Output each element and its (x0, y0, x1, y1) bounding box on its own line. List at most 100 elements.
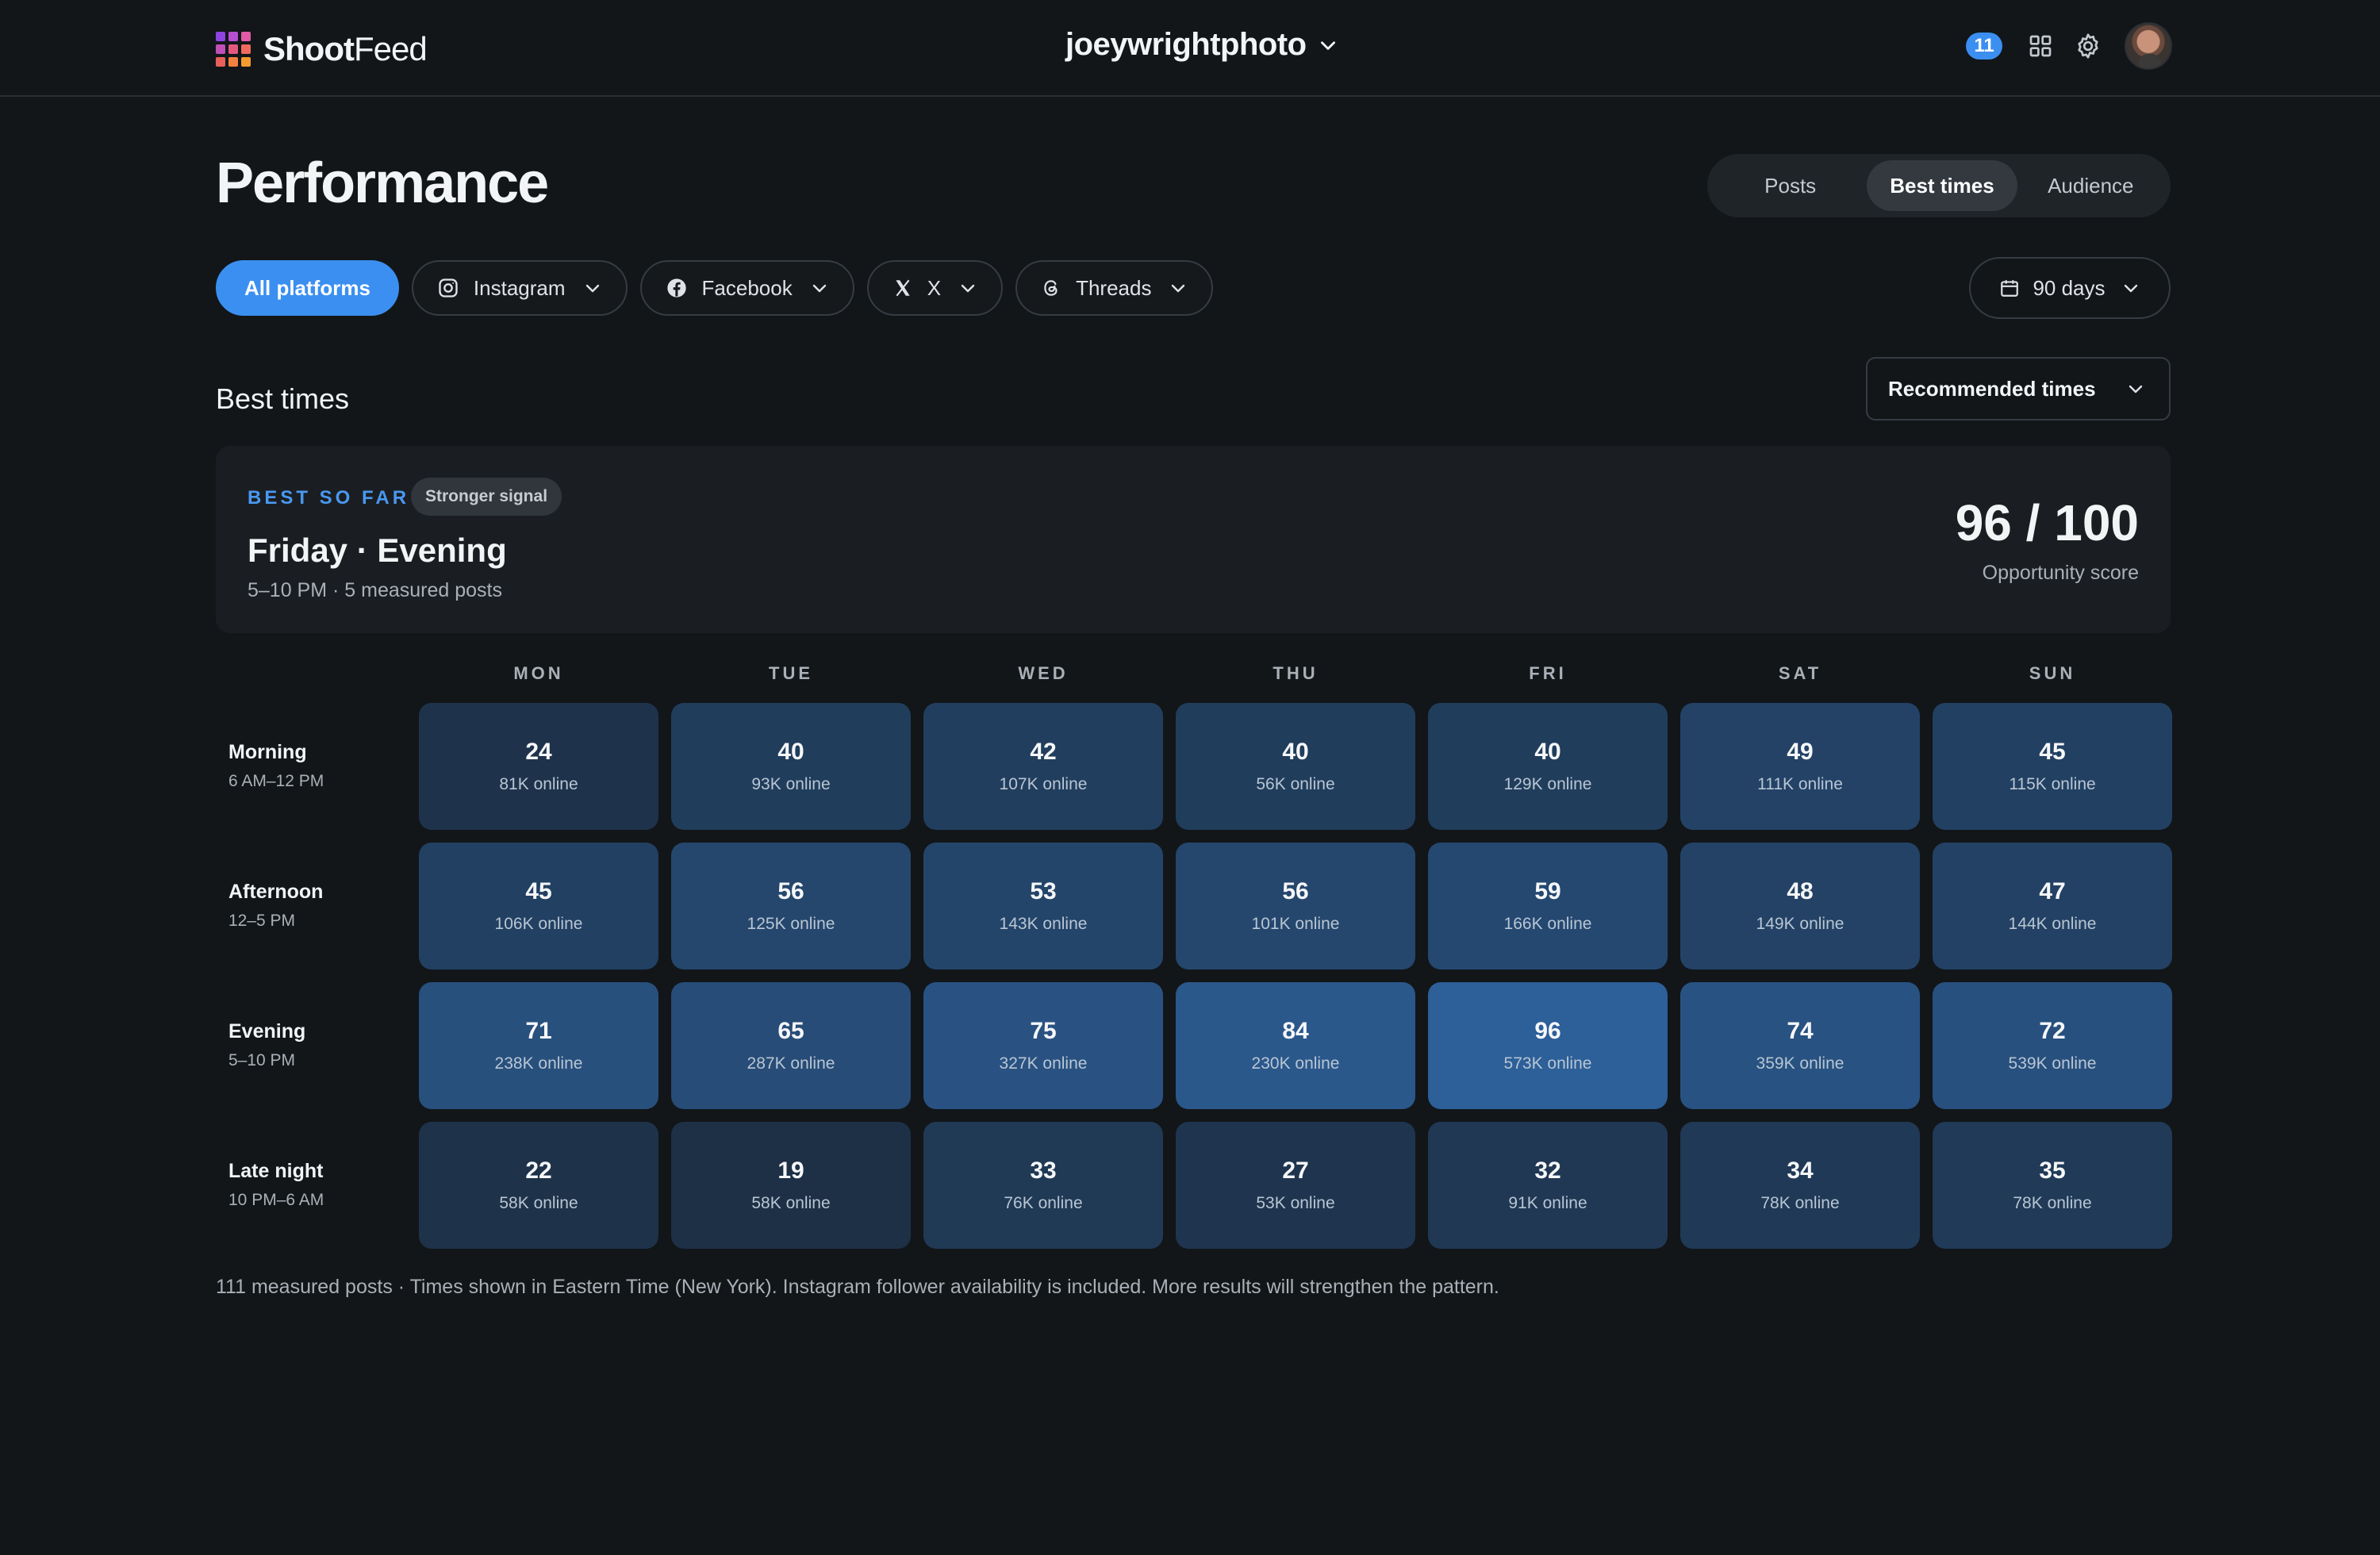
account-name: joeywrightphoto (1065, 27, 1307, 62)
facebook-filter-chip[interactable]: Facebook (639, 260, 854, 316)
heatmap-cell[interactable]: 40 93K online (671, 703, 911, 830)
heatmap-cell[interactable]: 47 144K online (1933, 843, 2172, 969)
notification-badge[interactable]: 11 (1966, 33, 2002, 60)
cell-score: 40 (1534, 739, 1561, 765)
row-time-range: 5–10 PM (228, 1051, 296, 1069)
page-title: Performance (216, 152, 549, 215)
row-time-range: 12–5 PM (228, 912, 296, 930)
cell-score: 47 (2039, 878, 2066, 904)
row-time-range: 10 PM–6 AM (228, 1191, 324, 1209)
row-name: Late night (228, 1160, 324, 1182)
tab-posts[interactable]: Posts (1714, 160, 1867, 211)
all-platforms-chip[interactable]: All platforms (216, 260, 399, 316)
best-slot-detail: 5–10 PM · 5 measured posts (248, 579, 502, 601)
cell-score: 48 (1787, 878, 1814, 904)
heatmap-cell[interactable]: 96 573K online (1428, 982, 1668, 1109)
section-title: Best times (216, 382, 350, 415)
heatmap-cell[interactable]: 34 78K online (1680, 1122, 1920, 1249)
cell-online-count: 238K online (494, 1054, 583, 1073)
threads-filter-chip[interactable]: Threads (1015, 260, 1214, 316)
chevron-down-icon (958, 278, 977, 298)
cell-online-count: 101K online (1251, 915, 1340, 933)
heatmap-cell[interactable]: 72 539K online (1933, 982, 2172, 1109)
heatmap-cell[interactable]: 56 125K online (671, 843, 911, 969)
calendar-icon (1999, 278, 2020, 298)
row-label: Afternoon 12–5 PM (228, 881, 323, 931)
heatmap-cell[interactable]: 53 143K online (923, 843, 1163, 969)
cell-online-count: 359K online (1756, 1054, 1844, 1073)
cell-score: 24 (525, 739, 552, 765)
tab-best-times[interactable]: Best times (1867, 160, 2017, 211)
heatmap-cell[interactable]: 42 107K online (923, 703, 1163, 830)
heatmap-cell[interactable]: 75 327K online (923, 982, 1163, 1109)
heatmap-cell[interactable]: 45 106K online (419, 843, 658, 969)
brand-logo[interactable]: ShootFeed (216, 30, 428, 68)
day-header-mon: MON (513, 663, 564, 683)
cell-score: 45 (525, 878, 552, 904)
cell-online-count: 106K online (494, 915, 583, 933)
chevron-down-icon (1320, 40, 1335, 50)
cell-score: 84 (1282, 1018, 1309, 1044)
tab-audience[interactable]: Audience (2017, 160, 2164, 211)
heatmap-cell[interactable]: 65 287K online (671, 982, 911, 1109)
cell-online-count: 143K online (999, 915, 1088, 933)
heatmap-cell[interactable]: 24 81K online (419, 703, 658, 830)
user-avatar[interactable] (2125, 22, 2172, 70)
signal-badge: Stronger signal (411, 478, 562, 516)
platform-filters: All platforms Instagram Facebook X Threa… (216, 260, 1226, 316)
cell-online-count: 230K online (1251, 1054, 1340, 1073)
cell-score: 56 (1282, 878, 1309, 904)
heatmap-cell[interactable]: 74 359K online (1680, 982, 1920, 1109)
cell-online-count: 58K online (499, 1194, 578, 1212)
day-header-sat: SAT (1778, 663, 1822, 683)
cell-score: 40 (1282, 739, 1309, 765)
cell-score: 42 (1030, 739, 1057, 765)
brand-name: ShootFeed (263, 30, 428, 67)
cell-score: 45 (2039, 739, 2066, 765)
cell-score: 35 (2039, 1158, 2066, 1184)
heatmap-cell[interactable]: 48 149K online (1680, 843, 1920, 969)
heatmap-cell[interactable]: 40 56K online (1176, 703, 1415, 830)
cell-score: 96 (1534, 1018, 1561, 1044)
heatmap-cell[interactable]: 40 129K online (1428, 703, 1668, 830)
heatmap-cell[interactable]: 84 230K online (1176, 982, 1415, 1109)
cell-online-count: 129K online (1503, 775, 1592, 793)
chevron-down-icon (1169, 278, 1188, 298)
cell-online-count: 573K online (1503, 1054, 1592, 1073)
cell-score: 56 (777, 878, 804, 904)
row-name: Evening (228, 1020, 306, 1042)
row-label: Late night 10 PM–6 AM (228, 1160, 324, 1210)
cell-online-count: 91K online (1508, 1194, 1587, 1212)
heatmap-cell[interactable]: 22 58K online (419, 1122, 658, 1249)
heatmap-cell[interactable]: 19 58K online (671, 1122, 911, 1249)
logo-mark-icon (216, 32, 251, 67)
top-bar: ShootFeed joeywrightphoto 11 (0, 0, 2380, 97)
cell-online-count: 76K online (1004, 1194, 1083, 1212)
heatmap-cell[interactable]: 49 111K online (1680, 703, 1920, 830)
opportunity-score-label: Opportunity score (1982, 562, 2139, 584)
times-view-select[interactable]: Recommended times (1866, 357, 2171, 420)
heatmap-cell[interactable]: 32 91K online (1428, 1122, 1668, 1249)
cell-online-count: 144K online (2008, 915, 2097, 933)
gear-icon[interactable] (2072, 30, 2104, 62)
date-range-select[interactable]: 90 days (1969, 257, 2171, 319)
apps-grid-icon[interactable] (2025, 30, 2056, 62)
row-name: Afternoon (228, 881, 324, 903)
heatmap-cell[interactable]: 27 53K online (1176, 1122, 1415, 1249)
heatmap-cell[interactable]: 35 78K online (1933, 1122, 2172, 1249)
heatmap-cell[interactable]: 45 115K online (1933, 703, 2172, 830)
heatmap-cell[interactable]: 71 238K online (419, 982, 658, 1109)
row-name: Morning (228, 741, 307, 763)
cell-score: 65 (777, 1018, 804, 1044)
heatmap-cell[interactable]: 59 166K online (1428, 843, 1668, 969)
x-filter-label: X (927, 275, 942, 300)
heatmap-cell[interactable]: 56 101K online (1176, 843, 1415, 969)
x-filter-chip[interactable]: X (866, 260, 1004, 316)
instagram-filter-chip[interactable]: Instagram (411, 260, 628, 316)
heatmap-cell[interactable]: 33 76K online (923, 1122, 1163, 1249)
threads-icon (1041, 278, 1061, 298)
account-switcher[interactable]: joeywrightphoto (1065, 27, 1338, 63)
cell-online-count: 111K online (1757, 775, 1843, 793)
cell-online-count: 115K online (2009, 775, 2096, 793)
cell-score: 59 (1534, 878, 1561, 904)
